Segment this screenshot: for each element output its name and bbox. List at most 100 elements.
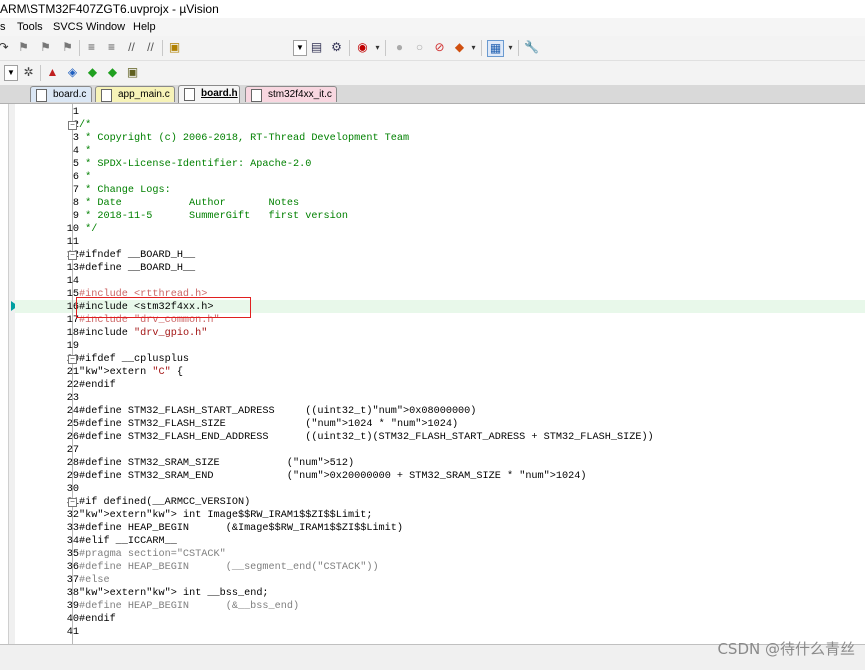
unindent-icon[interactable]: ≡ — [104, 40, 119, 55]
find-in-files-icon[interactable]: ▤ — [309, 40, 324, 55]
code-line[interactable]: 2−/* — [15, 119, 865, 132]
code-line[interactable]: 14 — [15, 275, 865, 288]
tab-board-c[interactable]: board.c — [30, 86, 92, 102]
code-editor[interactable]: 12−/*3 * Copyright (c) 2006-2018, RT-Thr… — [15, 104, 865, 644]
code-line[interactable]: 6 * — [15, 171, 865, 184]
menu-bar: s Tools SVCS Window Help — [0, 18, 865, 36]
menu-window[interactable]: Window — [86, 18, 125, 36]
environment-icon[interactable]: ▣ — [125, 65, 140, 80]
code-line[interactable]: 39 #define HEAP_BEGIN (&__bss_end) — [15, 600, 865, 613]
code-text: #define HEAP_BEGIN (&__bss_end) — [79, 601, 300, 612]
code-line[interactable]: 36 #define HEAP_BEGIN (__segment_end("CST… — [15, 561, 865, 574]
breakpoint-dropdown-icon[interactable]: ▾ — [466, 40, 481, 55]
indent-icon[interactable]: ≡ — [84, 40, 99, 55]
line-number: 25 — [66, 419, 79, 430]
menu-tools[interactable]: Tools — [17, 18, 43, 36]
code-line[interactable]: 12−#ifndef __BOARD_H__ — [15, 249, 865, 262]
debug-session-icon[interactable]: ◉ — [355, 40, 370, 55]
code-line[interactable]: 28 #define STM32_SRAM_SIZE ("num">512) — [15, 457, 865, 470]
bookmark-toggle-icon[interactable]: ⚑ — [60, 40, 75, 55]
fold-toggle-icon[interactable]: − — [68, 121, 77, 130]
code-line[interactable]: 8 * Date Author Notes — [15, 197, 865, 210]
manage-project-icon[interactable]: ▲ — [45, 65, 60, 80]
code-line[interactable]: 3 * Copyright (c) 2006-2018, RT-Thread D… — [15, 132, 865, 145]
find-dropdown[interactable]: ▼ — [293, 40, 307, 56]
tab-label: board.c — [53, 89, 87, 100]
code-line[interactable]: 4 * — [15, 145, 865, 158]
code-line[interactable]: 24 #define STM32_FLASH_START_ADRESS ((uin… — [15, 405, 865, 418]
debug-dropdown-icon[interactable]: ▾ — [370, 40, 385, 55]
window-layout-icon[interactable]: ▦ — [487, 40, 504, 57]
code-line[interactable]: 1 — [15, 106, 865, 119]
tab-app-main-c[interactable]: app_main.c — [95, 86, 175, 102]
code-line[interactable]: 31−#if defined(__ARMCC_VERSION) — [15, 496, 865, 509]
code-line[interactable]: 27 — [15, 444, 865, 457]
code-line[interactable]: 35 #pragma section="CSTACK" — [15, 548, 865, 561]
menu-help[interactable]: Help — [133, 18, 156, 36]
code-text: * — [79, 146, 92, 157]
file-icon — [101, 89, 112, 102]
code-line[interactable]: 26 #define STM32_FLASH_END_ADDRESS ((uint… — [15, 431, 865, 444]
menu-fragment[interactable]: s — [0, 18, 6, 36]
comment-icon[interactable]: // — [124, 40, 139, 55]
line-number: 15 — [66, 289, 79, 300]
redo-icon[interactable]: ↷ — [0, 40, 11, 55]
target-options-icon[interactable]: ✲ — [21, 65, 36, 80]
tab-board-h[interactable]: board.h — [178, 85, 240, 103]
incremental-find-icon[interactable]: ⚙ — [329, 40, 344, 55]
breakpoint-kill-icon[interactable]: ⊘ — [432, 40, 447, 55]
tab-stm32f4xx-it-c[interactable]: stm32f4xx_it.c — [245, 86, 337, 102]
breakpoint-all-icon[interactable]: ◆ — [452, 40, 467, 55]
bookmark-next-icon[interactable]: ⚑ — [38, 40, 53, 55]
line-number: 9 — [72, 211, 79, 222]
code-line[interactable]: 13 #define __BOARD_H__ — [15, 262, 865, 275]
fold-toggle-icon[interactable]: − — [68, 498, 77, 507]
line-number: 41 — [66, 627, 79, 638]
line-number: 3 — [72, 133, 79, 144]
code-line[interactable]: 29 #define STM32_SRAM_END ("num">0x200000… — [15, 470, 865, 483]
breakpoint-enable-icon[interactable]: ○ — [412, 40, 427, 55]
target-dropdown[interactable]: ▼ — [4, 65, 18, 81]
tab-label: app_main.c — [118, 89, 170, 100]
code-line[interactable]: 22 #endif — [15, 379, 865, 392]
code-text: #define STM32_FLASH_SIZE ("num">1024 * "… — [79, 419, 459, 430]
code-line[interactable]: 20−#ifdef __cplusplus — [15, 353, 865, 366]
menu-svcs[interactable]: SVCS — [53, 18, 83, 36]
code-line[interactable]: 10 */ — [15, 223, 865, 236]
code-line[interactable]: 37 #else — [15, 574, 865, 587]
bookmark-prev-icon[interactable]: ⚑ — [16, 40, 31, 55]
code-text: #ifndef __BOARD_H__ — [79, 250, 196, 261]
configure-icon[interactable]: 🔧 — [524, 40, 539, 55]
uncomment-icon[interactable]: // — [143, 40, 158, 55]
editor-tab-strip: board.c app_main.c board.h stm32f4xx_it.… — [0, 85, 865, 104]
code-line[interactable]: 34 #elif __ICCARM__ — [15, 535, 865, 548]
code-line[interactable]: 30 — [15, 483, 865, 496]
line-number: 6 — [72, 172, 79, 183]
code-line[interactable]: 23 — [15, 392, 865, 405]
code-text: #elif __ICCARM__ — [79, 536, 177, 547]
open-file-icon[interactable]: ▣ — [167, 40, 182, 55]
code-line[interactable]: 33 #define HEAP_BEGIN (&Image$$RW_IRAM1$$… — [15, 522, 865, 535]
breakpoint-insert-icon[interactable]: ● — [392, 40, 407, 55]
code-text: * Copyright (c) 2006-2018, RT-Thread Dev… — [79, 133, 410, 144]
select-software-packs-icon[interactable]: ◆ — [85, 65, 100, 80]
code-line[interactable]: 40 #endif — [15, 613, 865, 626]
fold-toggle-icon[interactable]: − — [68, 355, 77, 364]
code-line[interactable]: 5 * SPDX-License-Identifier: Apache-2.0 — [15, 158, 865, 171]
fold-toggle-icon[interactable]: − — [68, 251, 77, 260]
code-line[interactable]: 25 #define STM32_FLASH_SIZE ("num">1024 *… — [15, 418, 865, 431]
layout-dropdown-icon[interactable]: ▾ — [503, 40, 518, 55]
code-text: #endif — [79, 380, 116, 391]
code-line[interactable]: 21 "kw">extern "C" { — [15, 366, 865, 379]
code-line[interactable]: 18 #include "drv_gpio.h" — [15, 327, 865, 340]
code-text: #define STM32_FLASH_START_ADRESS ((uint3… — [79, 406, 477, 417]
code-line[interactable]: 11 — [15, 236, 865, 249]
code-line[interactable]: 38 "kw">extern"kw"> int __bss_end; — [15, 587, 865, 600]
code-line[interactable]: 19 — [15, 340, 865, 353]
pack-installer-icon[interactable]: ◈ — [65, 65, 80, 80]
manage-rte-icon[interactable]: ◆ — [105, 65, 120, 80]
line-number: 23 — [66, 393, 79, 404]
code-line[interactable]: 9 * 2018-11-5 SummerGift first version — [15, 210, 865, 223]
code-line[interactable]: 32 "kw">extern"kw"> int Image$$RW_IRAM1$$… — [15, 509, 865, 522]
code-line[interactable]: 7 * Change Logs: — [15, 184, 865, 197]
